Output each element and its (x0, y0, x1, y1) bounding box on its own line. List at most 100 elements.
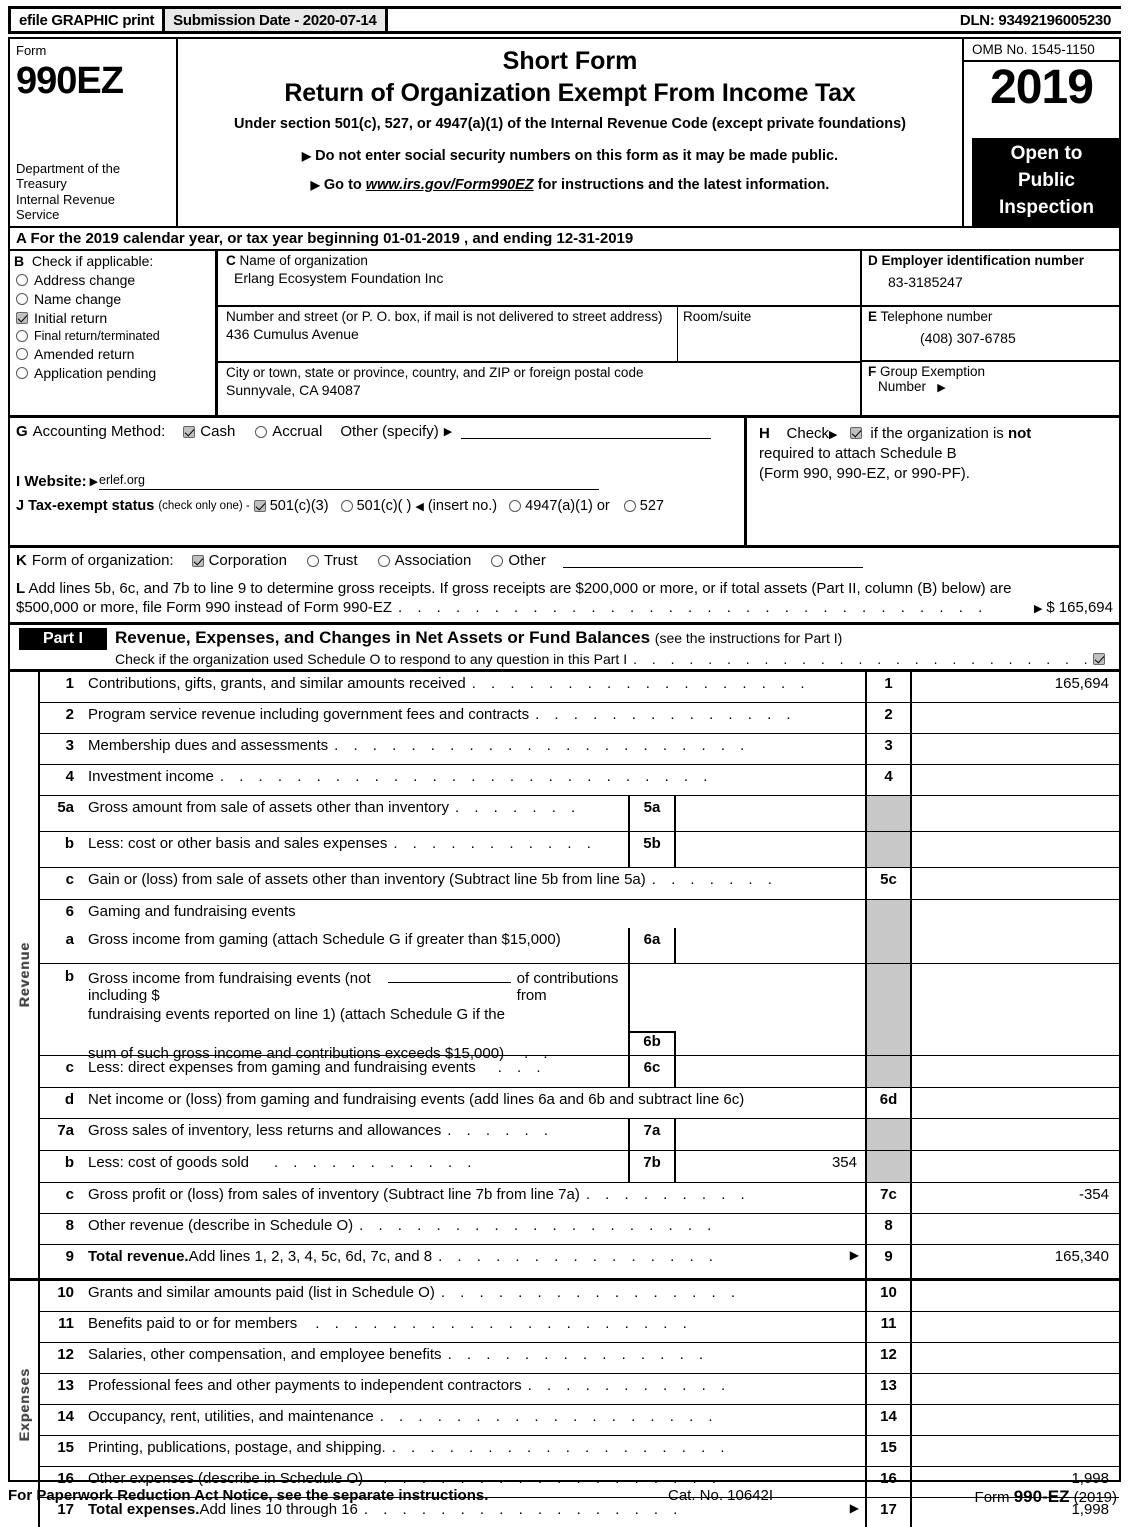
line-h-text-1: if the organization is (870, 425, 1008, 442)
form-footer: For Paperwork Reduction Act Notice, see … (8, 1487, 1121, 1511)
checkbox-other-icon[interactable] (491, 554, 504, 567)
checkbox-cash-checked-icon[interactable] (183, 425, 196, 438)
checkbox-schedule-o-checked-icon[interactable] (1093, 653, 1105, 665)
efile-header-strip: efile GRAPHIC print Submission Date - 20… (8, 6, 1121, 34)
row-number: 9 (65, 1248, 74, 1265)
line-j-tax-exempt-status: J Tax-exempt status (check only one) - 5… (16, 498, 664, 514)
subbox-amount[interactable] (676, 928, 865, 963)
row-amount[interactable] (912, 1343, 1119, 1373)
table-row: c Gross profit or (loss) from sales of i… (40, 1183, 1119, 1214)
row-amount[interactable] (912, 1405, 1119, 1435)
checkbox-association-icon[interactable] (377, 554, 390, 567)
checkbox-501c-icon[interactable] (340, 500, 353, 512)
row-description: Less: cost of goods sold . . . . . . . .… (88, 1154, 477, 1171)
checkbox-name-change[interactable]: Name change (16, 291, 215, 307)
row-line-number: 2 (865, 703, 912, 733)
form-of-organization-other-input[interactable] (562, 553, 863, 568)
table-row: 2 Program service revenue including gove… (40, 703, 1119, 734)
checkbox-initial-return[interactable]: Initial return (16, 310, 215, 326)
row-amount[interactable] (912, 1374, 1119, 1404)
checkbox-icon[interactable] (16, 274, 28, 286)
row-amount[interactable]: 165,340 (912, 1245, 1119, 1278)
row-number: 5a (57, 799, 74, 816)
revenue-rows: 1 Contributions, gifts, grants, and simi… (40, 672, 1119, 1278)
website-value[interactable]: erlef.org (99, 473, 600, 490)
row-line-number-shaded (865, 832, 912, 867)
table-row: 3 Membership dues and assessments . . . … (40, 734, 1119, 765)
row-description: Gaming and fundraising events (88, 903, 296, 920)
checkbox-4947a1-icon[interactable] (509, 500, 522, 512)
subbox-amount[interactable] (676, 1119, 865, 1150)
ein-label: D Employer identification number (868, 253, 1121, 268)
arrow-left-icon: ◀ (415, 500, 424, 513)
table-row: c Gain or (loss) from sale of assets oth… (40, 868, 1119, 900)
option-other-label: Other (508, 552, 546, 569)
ein-value: 83-3185247 (888, 274, 963, 290)
checkbox-label: Address change (34, 272, 136, 288)
city-value: Sunnyvale, CA 94087 (226, 382, 361, 398)
checkbox-label: Name change (34, 291, 122, 307)
row-amount[interactable] (912, 1281, 1119, 1311)
checkbox-icon[interactable] (16, 330, 28, 342)
row-amount[interactable]: -354 (912, 1183, 1119, 1213)
line-h-text-2: required to attach Schedule B (759, 444, 957, 462)
row-line-number: 10 (865, 1281, 912, 1311)
open-to-public-badge: Open to Public Inspection (972, 138, 1121, 226)
checkbox-icon[interactable] (16, 293, 28, 305)
checkbox-schedule-b-checked-icon[interactable] (850, 427, 863, 439)
goto-suffix: for instructions and the latest informat… (533, 177, 830, 193)
row-line-number-shaded (865, 928, 912, 963)
row-amount[interactable] (912, 703, 1119, 733)
line-h-not: not (1007, 425, 1032, 442)
row-amount (912, 796, 1119, 831)
checkbox-icon[interactable] (16, 367, 28, 379)
row-amount[interactable] (912, 868, 1119, 899)
checkbox-trust-icon[interactable] (306, 554, 319, 567)
row-amount[interactable]: 165,694 (912, 672, 1119, 702)
line-e-telephone: E Telephone number (408) 307-6785 (862, 307, 1121, 362)
line-a-text: For the 2019 calendar year, or tax year … (30, 230, 634, 247)
part-i-title: Revenue, Expenses, and Changes in Net As… (115, 628, 651, 647)
row-number: 3 (65, 737, 74, 754)
website-label: Website: (24, 473, 87, 490)
checkbox-accrual-icon[interactable] (255, 425, 268, 438)
other-specify-input[interactable] (461, 425, 712, 439)
row-amount[interactable] (912, 1312, 1119, 1342)
subbox-amount[interactable] (676, 832, 865, 867)
irs-url-link[interactable]: www.irs.gov/Form990EZ (366, 177, 534, 193)
row-line-number: 15 (865, 1436, 912, 1466)
subbox-amount[interactable] (676, 1056, 865, 1087)
dot-leader: . . . . . . . . . . . . . . . . . . . . … (633, 651, 1093, 667)
table-row: 13 Professional fees and other payments … (40, 1374, 1119, 1405)
checkbox-address-change[interactable]: Address change (16, 272, 215, 288)
line-g-letter: G (16, 423, 28, 440)
subbox-amount[interactable] (676, 796, 865, 831)
org-name-value: Erlang Ecosystem Foundation Inc (234, 270, 444, 286)
row-subbox: 6b (628, 964, 865, 1055)
subbox-amount[interactable]: 354 (676, 1151, 865, 1182)
goto-prefix: Go to (323, 177, 366, 193)
row-amount[interactable] (912, 1436, 1119, 1466)
row-number: 6 (65, 903, 74, 920)
checkbox-application-pending[interactable]: Application pending (16, 365, 215, 381)
row-amount[interactable] (912, 734, 1119, 764)
checkbox-527-icon[interactable] (623, 500, 636, 512)
checkbox-icon[interactable] (16, 348, 28, 360)
row-amount[interactable] (912, 1214, 1119, 1244)
subbox-amount[interactable] (676, 1047, 865, 1055)
subbox-line-number: 7a (630, 1119, 676, 1150)
checkbox-501c3-checked-icon[interactable] (253, 500, 266, 512)
fundraising-contributions-input[interactable] (387, 968, 511, 983)
checkbox-amended-return[interactable]: Amended return (16, 346, 215, 362)
street-value: 436 Cumulus Avenue (226, 326, 359, 342)
row-number: 15 (57, 1439, 74, 1456)
row-amount[interactable] (912, 765, 1119, 795)
checkbox-corporation-checked-icon[interactable] (191, 554, 204, 567)
telephone-label-text: Telephone number (880, 309, 993, 324)
row-amount[interactable] (912, 1088, 1119, 1118)
line-a-letter: A (16, 230, 27, 247)
checkbox-checked-icon[interactable] (16, 312, 28, 324)
subbox-line-number: 6c (630, 1056, 676, 1087)
row-description: Grants and similar amounts paid (list in… (88, 1284, 741, 1301)
checkbox-final-return[interactable]: Final return/terminated (16, 329, 215, 343)
